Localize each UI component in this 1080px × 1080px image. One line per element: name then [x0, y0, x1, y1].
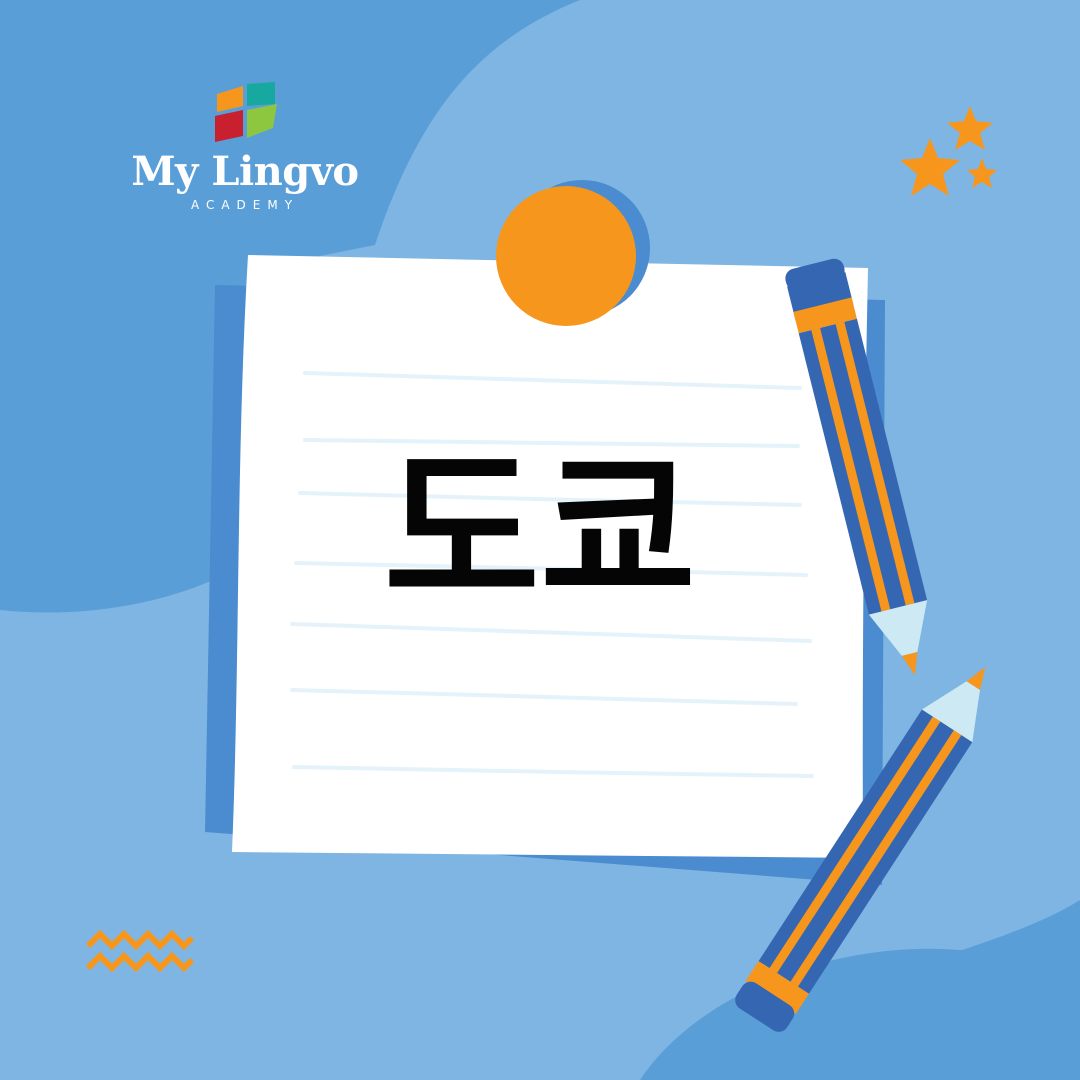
- brand-name: My Lingvo: [131, 148, 359, 195]
- post-canvas: My Lingvo ACADEMY 도쿄: [0, 0, 1080, 1080]
- logo-mark-icon: [215, 82, 277, 142]
- note-word: 도쿄: [383, 433, 697, 631]
- brand-subtitle: ACADEMY: [190, 198, 300, 212]
- brand-logo: My Lingvo ACADEMY: [120, 76, 370, 236]
